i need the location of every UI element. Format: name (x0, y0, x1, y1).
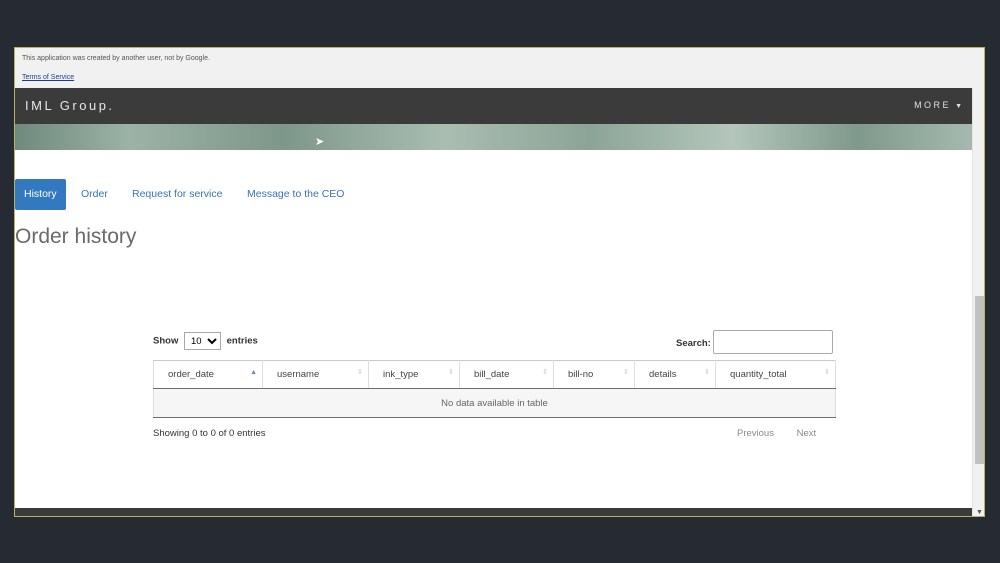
more-menu-button[interactable]: MORE ▼ (914, 100, 962, 110)
table-header-row: order_date ▲ username ⇕ ink_type ⇕ bill_dat… (153, 360, 836, 389)
more-label: MORE (914, 100, 952, 110)
tab-request-for-service[interactable]: Request for service (132, 179, 222, 210)
entries-label: entries (226, 335, 258, 347)
tab-bar: History Order Request for service Messag… (15, 179, 715, 210)
pagination: Previous Next (727, 428, 826, 439)
previous-page-button[interactable]: Previous (737, 428, 774, 439)
tab-message-to-ceo[interactable]: Message to the CEO (247, 179, 344, 210)
table-info: Showing 0 to 0 of 0 entries (153, 428, 266, 439)
top-navbar: IML Group. MORE ▼ (15, 88, 972, 124)
sort-icon: ⇕ (824, 369, 830, 376)
column-header-order-date[interactable]: order_date ▲ (153, 360, 263, 389)
table-row: No data available in table (153, 388, 836, 418)
column-header-details[interactable]: details ⇕ (634, 360, 716, 389)
column-label: username (277, 369, 320, 380)
sort-asc-icon: ▲ (250, 369, 257, 376)
brand-logo[interactable]: IML Group. (25, 98, 115, 113)
mouse-cursor-icon: ➤ (315, 136, 325, 148)
sort-icon: ⇕ (623, 369, 629, 376)
page-title: Order history (15, 225, 137, 248)
vertical-scrollbar[interactable]: ▼ (972, 88, 984, 516)
column-header-ink-type[interactable]: ink_type ⇕ (368, 360, 460, 389)
sort-icon: ⇕ (448, 369, 454, 376)
column-label: bill_date (474, 369, 510, 380)
column-header-quantity-total[interactable]: quantity_total ⇕ (715, 360, 836, 389)
sort-icon: ⇕ (704, 369, 710, 376)
page-length-control: Show 10 entries (153, 332, 258, 350)
search-input[interactable] (713, 330, 833, 354)
caret-down-icon: ▼ (955, 103, 962, 110)
search-label: Search: (676, 338, 711, 349)
column-label: quantity_total (730, 369, 787, 380)
column-label: order_date (168, 369, 214, 380)
google-notice-bar: This application was created by another … (15, 48, 984, 89)
sort-icon: ⇕ (357, 369, 363, 376)
footer-bar (15, 508, 972, 516)
column-label: ink_type (383, 369, 419, 380)
show-label: Show (153, 335, 179, 347)
column-header-username[interactable]: username ⇕ (262, 360, 369, 389)
next-page-button[interactable]: Next (797, 428, 817, 439)
scroll-down-arrow-icon[interactable]: ▼ (976, 509, 983, 516)
scrollbar-thumb[interactable] (975, 296, 984, 464)
column-label: bill-no (568, 369, 594, 380)
column-header-bill-date[interactable]: bill_date ⇕ (459, 360, 554, 389)
tab-order[interactable]: Order (81, 179, 108, 210)
terms-of-service-link[interactable]: Terms of Service (22, 74, 74, 81)
tab-history[interactable]: History (15, 179, 66, 210)
column-header-bill-no[interactable]: bill-no ⇕ (553, 360, 635, 389)
order-history-table: order_date ▲ username ⇕ ink_type ⇕ bill_dat… (153, 360, 836, 418)
empty-table-message: No data available in table (153, 388, 836, 418)
app-frame: This application was created by another … (14, 47, 985, 517)
header-banner-image (15, 124, 972, 150)
notice-text: This application was created by another … (22, 55, 210, 62)
page-length-select[interactable]: 10 (183, 332, 221, 350)
column-label: details (649, 369, 677, 380)
sort-icon: ⇕ (542, 369, 548, 376)
